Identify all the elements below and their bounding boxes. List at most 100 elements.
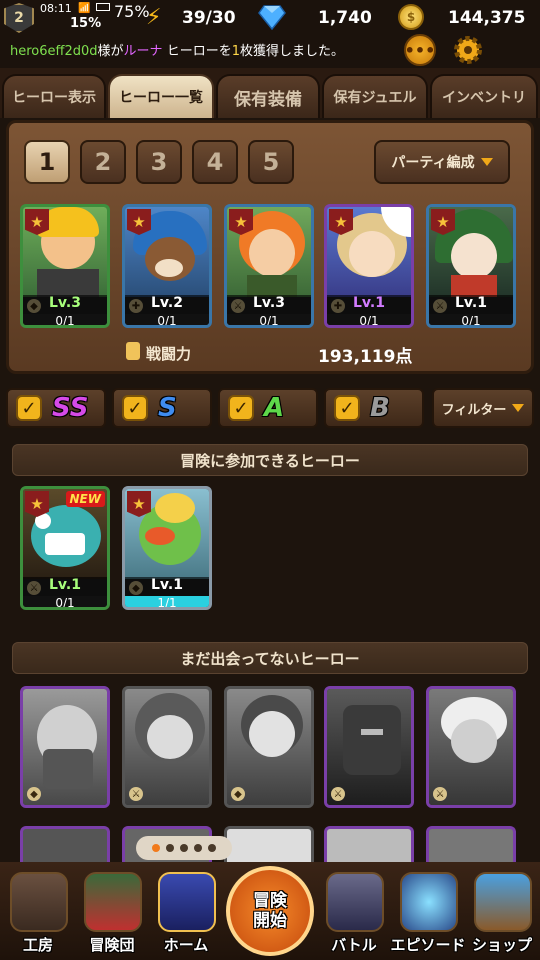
available-hero-card[interactable]: ★ ◆ Lv.1 1/1	[122, 486, 212, 610]
helmet-icon	[158, 872, 216, 932]
crossed-swords-icon	[326, 872, 384, 932]
tab-hero-list[interactable]: ヒーロー一覧	[108, 74, 214, 118]
stamina-value: 39/30	[182, 8, 236, 28]
chat-button[interactable]: •••	[404, 34, 436, 66]
section-title: 冒険に参加できるヒーロー	[180, 451, 360, 470]
party-slot-1[interactable]: 1	[24, 140, 70, 184]
rank-filter-ss[interactable]: ✓ SS	[6, 388, 106, 428]
filter-button[interactable]: フィルター	[432, 388, 534, 428]
rank-filter-a[interactable]: ✓ A	[218, 388, 318, 428]
lightning-icon: ⚡	[146, 5, 162, 30]
locked-hero-card[interactable]	[324, 826, 414, 866]
shield-class-icon: ◆	[27, 787, 41, 801]
power-value: 193,119点	[318, 347, 413, 367]
rank-label: SS	[52, 393, 89, 423]
nav-shop[interactable]: ショップ	[466, 872, 536, 956]
chat-icon: •••	[404, 40, 436, 60]
tab-equipment[interactable]: 保有装備	[216, 74, 320, 118]
party-hero-card[interactable]: ★ ✚ Lv.2 0/1	[122, 204, 212, 328]
nav-workshop[interactable]: 工房	[2, 872, 72, 956]
rank-filter-b[interactable]: ✓ B	[324, 388, 424, 428]
tab-label: ヒーロー一覧	[119, 90, 203, 106]
rank-label: S	[158, 393, 177, 423]
party-edit-button[interactable]: パーティ編成	[374, 140, 510, 184]
gold-coin-icon[interactable]: $	[398, 4, 424, 30]
party-slot-4[interactable]: 4	[192, 140, 238, 184]
announcement: hero6eff2d0d様がルーナ ヒーローを1枚獲得しました。	[10, 40, 344, 59]
clock: 08:11	[40, 2, 72, 15]
chevron-down-icon	[512, 404, 525, 412]
locked-hero-card[interactable]: ⚔	[324, 686, 414, 808]
page-dot	[166, 844, 174, 852]
tab-label: 保有装備	[234, 89, 302, 110]
start-label-2: 開始	[253, 911, 287, 931]
locked-hero-card[interactable]: ◆	[20, 686, 110, 808]
shield-icon	[84, 872, 142, 932]
tab-label: 保有ジュエル	[333, 90, 417, 106]
party-hero-card[interactable]: ★ ⚔ Lv.1 0/1	[426, 204, 516, 328]
sword-class-icon: ⚔	[433, 787, 447, 801]
chevron-down-icon	[480, 158, 493, 166]
gem-value: 1,740	[318, 8, 372, 28]
section-unmet-heroes: まだ出会ってないヒーロー	[12, 642, 528, 674]
locked-hero-card[interactable]: ⚔	[122, 686, 212, 808]
hero-level: Lv.1	[429, 295, 513, 315]
locked-hero-card[interactable]	[426, 826, 516, 866]
star-icon: ★	[127, 491, 151, 517]
page-dot	[152, 844, 160, 852]
battery-percent: 75%	[114, 2, 150, 21]
party-hero-card[interactable]: ★ ◆ Lv.3 0/1	[20, 204, 110, 328]
page-indicator	[136, 836, 232, 860]
tab-inventory[interactable]: インベントリ	[430, 74, 538, 118]
slot-label: 2	[94, 148, 112, 176]
party-slot-3[interactable]: 3	[136, 140, 182, 184]
rank-filter-s[interactable]: ✓ S	[112, 388, 212, 428]
party-hero-card[interactable]: ★ ✚ Lv.1 0/1	[324, 204, 414, 328]
page-dot	[180, 844, 188, 852]
tab-jewels[interactable]: 保有ジュエル	[322, 74, 428, 118]
page-dot	[194, 844, 202, 852]
nav-guild[interactable]: 冒険団	[76, 872, 146, 956]
section-title: まだ出会ってないヒーロー	[180, 649, 360, 668]
announce-user: hero6eff2d0d	[10, 44, 98, 59]
available-hero-card[interactable]: ★ NEW ⚔ Lv.1 0/1	[20, 486, 110, 610]
book-icon	[126, 342, 140, 360]
tab-hero-view[interactable]: ヒーロー表示	[2, 74, 106, 118]
star-icon: ★	[329, 209, 353, 235]
hero-count: 0/1	[429, 314, 513, 325]
checkbox-checked-icon: ✓	[334, 395, 360, 421]
gem-icon[interactable]	[258, 4, 286, 31]
battery-icon	[96, 3, 110, 11]
nav-battle[interactable]: バトル	[318, 872, 388, 956]
shield-class-icon: ◆	[231, 787, 245, 801]
party-slot-5[interactable]: 5	[248, 140, 294, 184]
locked-hero-card[interactable]: ◆	[224, 686, 314, 808]
hero-level: Lv.1	[23, 577, 107, 597]
tab-label: ヒーロー表示	[12, 90, 96, 106]
hero-count: 1/1	[125, 596, 209, 607]
announce-hero: ルーナ	[123, 44, 163, 59]
nav-label: ショップ	[471, 936, 532, 954]
nav-label: 工房	[22, 936, 53, 954]
announce-count: 1	[231, 44, 240, 59]
gold-value: 144,375	[448, 8, 526, 28]
star-icon: ★	[127, 209, 151, 235]
hero-level: Lv.2	[125, 295, 209, 315]
sword-class-icon: ⚔	[129, 787, 143, 801]
locked-hero-card[interactable]	[20, 826, 110, 866]
hero-count: 0/1	[227, 314, 311, 325]
wifi-icon: 📶	[78, 3, 91, 14]
checkbox-checked-icon: ✓	[228, 395, 254, 421]
settings-button[interactable]	[452, 34, 484, 66]
nav-home[interactable]: ホーム	[150, 872, 220, 956]
nav-label: エピソード	[390, 936, 466, 954]
start-adventure-button[interactable]: 冒険 開始	[226, 866, 314, 956]
hero-count: 0/1	[125, 314, 209, 325]
portal-icon	[400, 872, 458, 932]
party-slot-2[interactable]: 2	[80, 140, 126, 184]
locked-hero-card[interactable]: ⚔	[426, 686, 516, 808]
sword-class-icon: ⚔	[331, 787, 345, 801]
locked-hero-card[interactable]	[224, 826, 314, 866]
party-hero-card[interactable]: ★ ⚔ Lv.3 0/1	[224, 204, 314, 328]
nav-episode[interactable]: エピソード	[390, 872, 466, 956]
